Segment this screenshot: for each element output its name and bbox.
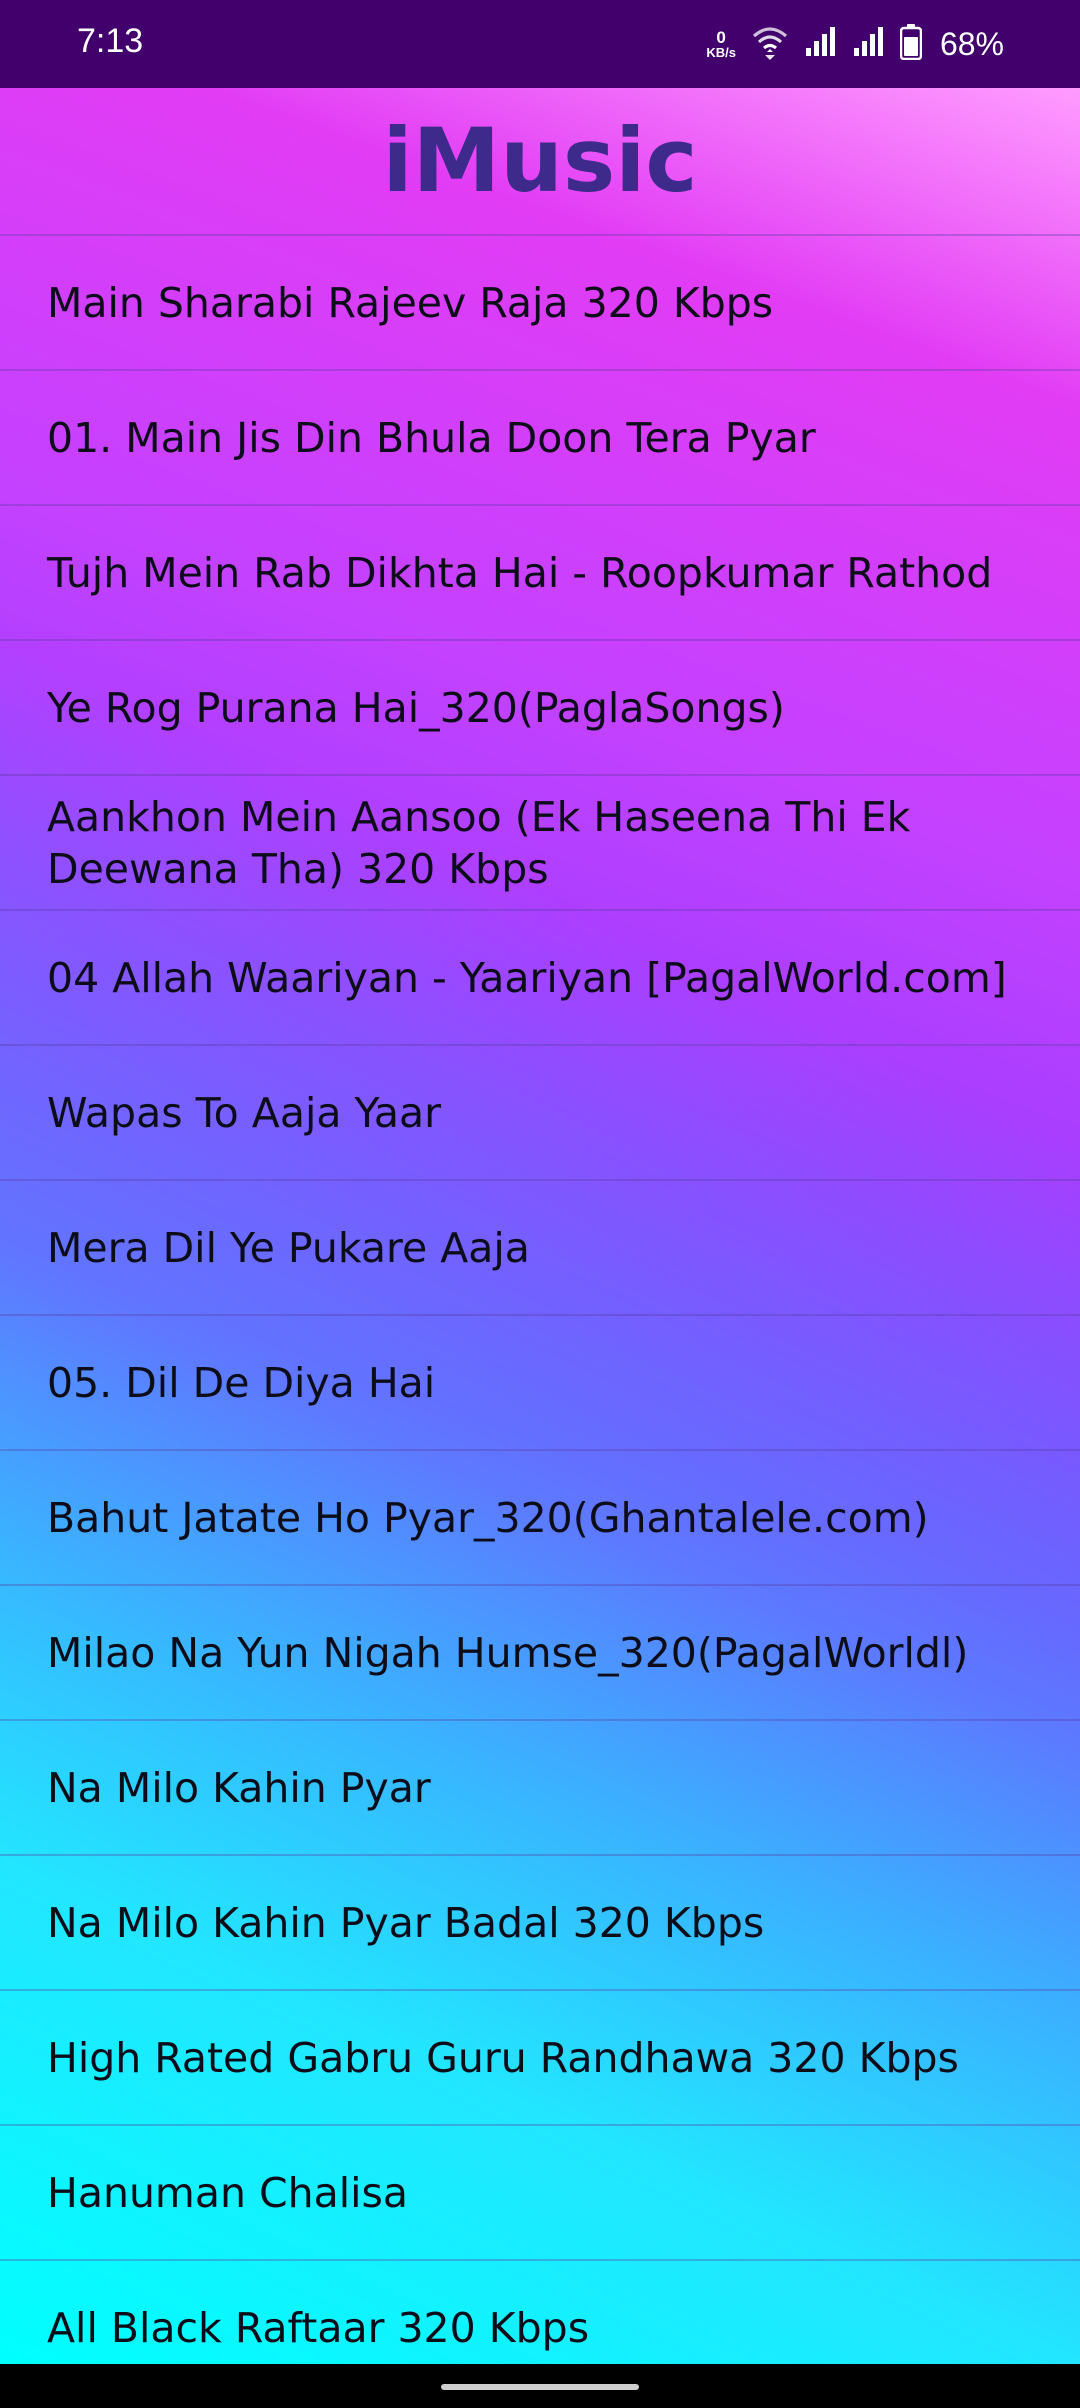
app-title: iMusic — [382, 109, 698, 212]
net-speed-unit: KB/s — [706, 45, 736, 60]
song-list-item[interactable]: Aankhon Mein Aansoo (Ek Haseena Thi Ek D… — [0, 774, 1080, 909]
song-list-item[interactable]: Na Milo Kahin Pyar Badal 320 Kbps — [0, 1854, 1080, 1989]
song-title: Tujh Mein Rab Dikhta Hai - Roopkumar Rat… — [47, 548, 993, 597]
status-icons: 0 KB/s 68% — [706, 18, 1004, 70]
song-title: 04 Allah Waariyan - Yaariyan [PagalWorld… — [47, 953, 1007, 1002]
song-list-item[interactable]: Main Sharabi Rajeev Raja 320 Kbps — [0, 234, 1080, 369]
song-title: High Rated Gabru Guru Randhawa 320 Kbps — [47, 2033, 959, 2082]
main-content: iMusic Main Sharabi Rajeev Raja 320 Kbps… — [0, 88, 1080, 2364]
song-list-item[interactable]: Hanuman Chalisa — [0, 2124, 1080, 2259]
net-speed-value: 0 — [716, 28, 726, 47]
song-list-item[interactable]: 05. Dil De Diya Hai — [0, 1314, 1080, 1449]
song-title: Wapas To Aaja Yaar — [47, 1088, 442, 1137]
song-list-item[interactable]: Bahut Jatate Ho Pyar_320(Ghantalele.com) — [0, 1449, 1080, 1584]
song-list-item[interactable]: All Black Raftaar 320 Kbps — [0, 2259, 1080, 2364]
song-title: Ye Rog Purana Hai_320(PaglaSongs) — [47, 683, 785, 732]
song-list-item[interactable]: Tujh Mein Rab Dikhta Hai - Roopkumar Rat… — [0, 504, 1080, 639]
song-list[interactable]: Main Sharabi Rajeev Raja 320 Kbps 01. Ma… — [0, 234, 1080, 2364]
song-list-item[interactable]: Ye Rog Purana Hai_320(PaglaSongs) — [0, 639, 1080, 774]
signal-icon — [804, 26, 838, 62]
song-list-item[interactable]: Mera Dil Ye Pukare Aaja — [0, 1179, 1080, 1314]
song-list-item[interactable]: Na Milo Kahin Pyar — [0, 1719, 1080, 1854]
status-bar: 7:13 0 KB/s 68% — [0, 0, 1080, 88]
song-title: Aankhon Mein Aansoo (Ek Haseena Thi Ek D… — [47, 792, 911, 893]
song-list-item[interactable]: Milao Na Yun Nigah Humse_320(PagalWorldl… — [0, 1584, 1080, 1719]
signal-icon-2 — [852, 26, 886, 62]
home-gesture-handle[interactable] — [441, 2384, 639, 2390]
wifi-icon — [750, 24, 790, 64]
battery-percent: 68% — [939, 25, 1004, 62]
song-title: Bahut Jatate Ho Pyar_320(Ghantalele.com) — [47, 1493, 929, 1542]
song-list-item[interactable]: 04 Allah Waariyan - Yaariyan [PagalWorld… — [0, 909, 1080, 1044]
battery-icon — [899, 24, 923, 64]
song-title: Na Milo Kahin Pyar — [47, 1763, 431, 1812]
song-title: 05. Dil De Diya Hai — [47, 1358, 436, 1407]
navigation-bar — [0, 2364, 1080, 2408]
status-time: 7:13 — [77, 22, 144, 60]
song-title: Milao Na Yun Nigah Humse_320(PagalWorldl… — [47, 1628, 969, 1677]
song-title: 01. Main Jis Din Bhula Doon Tera Pyar — [47, 413, 816, 462]
song-title: Na Milo Kahin Pyar Badal 320 Kbps — [47, 1898, 765, 1947]
song-title: All Black Raftaar 320 Kbps — [47, 2303, 590, 2352]
net-speed-indicator: 0 KB/s — [706, 29, 736, 59]
song-title: Main Sharabi Rajeev Raja 320 Kbps — [47, 278, 774, 327]
song-list-item[interactable]: High Rated Gabru Guru Randhawa 320 Kbps — [0, 1989, 1080, 2124]
song-title: Mera Dil Ye Pukare Aaja — [47, 1223, 530, 1272]
song-title: Hanuman Chalisa — [47, 2168, 409, 2217]
song-list-item[interactable]: 01. Main Jis Din Bhula Doon Tera Pyar — [0, 369, 1080, 504]
song-list-item[interactable]: Wapas To Aaja Yaar — [0, 1044, 1080, 1179]
app-root: 7:13 0 KB/s 68% iMusic Main Sharabi Raje… — [0, 0, 1080, 2408]
